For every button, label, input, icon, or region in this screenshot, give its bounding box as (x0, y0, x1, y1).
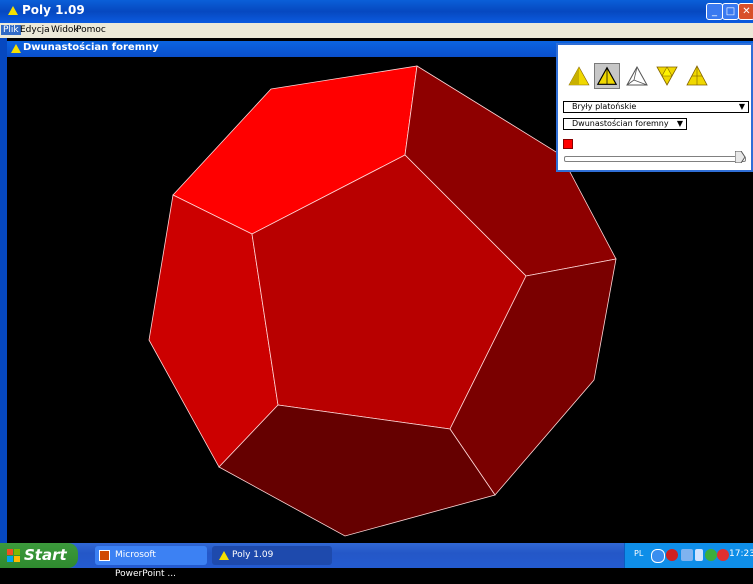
chevron-down-icon: ▼ (738, 102, 745, 111)
inner-window-icon (11, 44, 21, 53)
taskbar: Start Microsoft PowerPoint ... Poly 1.09… (0, 543, 753, 579)
language-indicator[interactable]: PL (634, 549, 643, 558)
solid-select-value: Dwunastościan foremny (572, 119, 669, 128)
window-left-border (0, 38, 7, 543)
menu-widok[interactable]: Widok (51, 25, 79, 35)
volume-icon[interactable] (695, 549, 703, 561)
minimize-button[interactable]: _ (706, 3, 723, 20)
system-tray: PL 17:23 (624, 543, 753, 568)
menu-pomoc[interactable]: Pomoc (76, 25, 106, 35)
chevron-down-icon: ▼ (676, 119, 683, 128)
solid-select[interactable]: Dwunastościan foremny ▼ (563, 118, 687, 130)
start-label: Start (24, 546, 67, 564)
poly-icon (219, 551, 229, 560)
inner-window-title: Dwunastościan foremny (23, 42, 159, 53)
control-panel: Bryły platońskie ▼ Dwunastościan foremny… (556, 43, 753, 172)
solid-triangle-icon[interactable] (566, 63, 592, 89)
taskbar-item-label: Microsoft PowerPoint ... (115, 550, 177, 579)
solid-outline-triangle-icon (596, 66, 618, 85)
flat-net-icon[interactable] (684, 63, 710, 89)
network-icon[interactable] (651, 549, 665, 563)
category-select[interactable]: Bryły platońskie ▼ (563, 101, 749, 113)
category-select-value: Bryły platońskie (572, 102, 637, 111)
start-button[interactable]: Start (0, 543, 78, 568)
taskbar-item-poly[interactable]: Poly 1.09 (212, 546, 332, 565)
wireframe-icon[interactable] (624, 63, 650, 89)
close-button[interactable]: ✕ (738, 3, 753, 20)
size-slider-track[interactable] (564, 156, 746, 162)
taskbar-item-label: Poly 1.09 (232, 550, 274, 560)
solid-outline-triangle-tool[interactable] (594, 63, 620, 89)
slider-thumb[interactable] (735, 151, 745, 163)
title-bar[interactable]: Poly 1.09 _ □ ✕ (0, 0, 753, 23)
net-unfold-icon[interactable] (654, 63, 680, 89)
update-alert-icon[interactable] (717, 549, 729, 561)
window-title: Poly 1.09 (22, 3, 85, 17)
clock: 17:23 (729, 549, 753, 559)
windows-logo-icon (7, 549, 20, 562)
color-swatch[interactable] (563, 139, 573, 149)
antivirus-icon[interactable] (705, 549, 717, 561)
powerpoint-icon (99, 550, 110, 561)
menu-edycja[interactable]: Edycja (20, 25, 50, 35)
menu-bar: Plik Edycja Widok Pomoc (0, 23, 753, 38)
maximize-button[interactable]: □ (722, 3, 739, 20)
security-shield-icon[interactable] (666, 549, 678, 561)
display-icon[interactable] (681, 549, 693, 561)
app-icon (8, 6, 18, 15)
taskbar-item-powerpoint[interactable]: Microsoft PowerPoint ... (95, 546, 207, 579)
menu-plik[interactable]: Plik (1, 25, 21, 35)
